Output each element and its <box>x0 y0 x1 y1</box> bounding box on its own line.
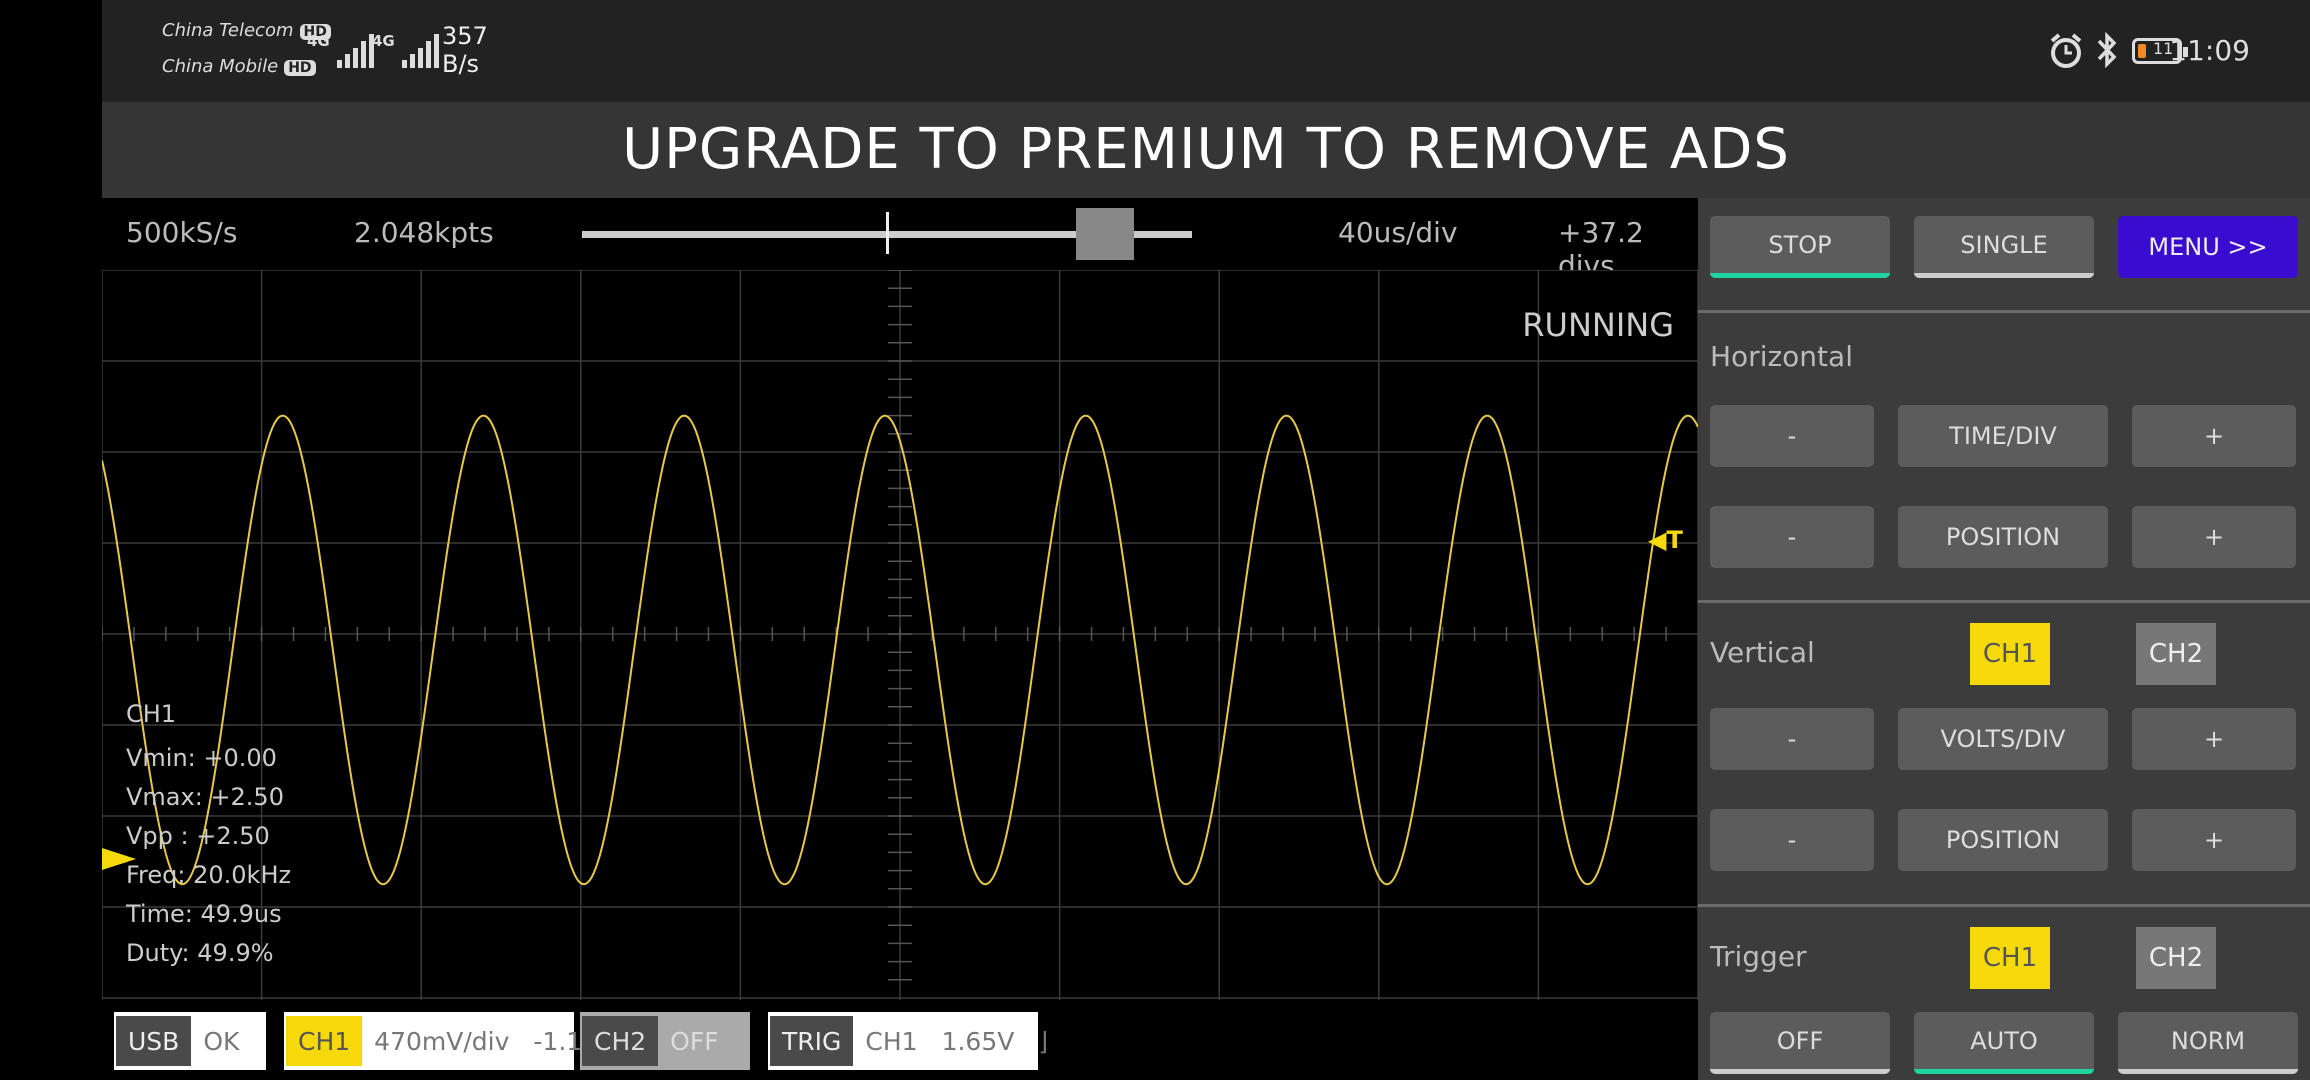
status-bar: China Telecom HD China Mobile HD 4G 4G 357… <box>102 0 2310 102</box>
net-type-2: 4G <box>372 32 395 50</box>
h-position-button[interactable]: POSITION <box>1898 506 2108 568</box>
time-div-button[interactable]: TIME/DIV <box>1898 405 2108 467</box>
upgrade-ad-banner[interactable]: UPGRADE TO PREMIUM TO REMOVE ADS <box>102 102 2310 198</box>
stop-button[interactable]: STOP <box>1710 216 1890 278</box>
clock: 11:09 <box>2169 34 2250 67</box>
scope-grid <box>102 270 1698 1000</box>
vertical-section-title: Vertical <box>1710 636 1815 669</box>
horizontal-section-title: Horizontal <box>1710 340 1853 373</box>
meas-duty: Duty: 49.9% <box>126 939 274 967</box>
ch1-status-label: CH1 <box>286 1016 363 1066</box>
network-speed-value: 357 <box>442 22 488 50</box>
network-speed-unit: B/s <box>442 50 480 78</box>
trigger-norm-button[interactable]: NORM <box>2118 1012 2298 1074</box>
time-div-decrease-button[interactable]: - <box>1710 405 1874 467</box>
ch1-scale: 470mV/div <box>374 1026 510 1056</box>
volts-div-decrease-button[interactable]: - <box>1710 708 1874 770</box>
trigger-auto-button[interactable]: AUTO <box>1914 1012 2094 1074</box>
meas-freq: Freq: 20.0kHz <box>126 861 292 889</box>
trigger-status[interactable]: TRIG CH1 1.65V ⌋ <box>768 1012 1048 1070</box>
scope-screen[interactable]: RUNNING ◀T CH1 Vmin: +0.00 Vmax: +2.50 V… <box>102 270 1698 1000</box>
carrier-1-label: China Telecom <box>162 20 294 41</box>
bluetooth-icon <box>2097 31 2117 69</box>
trigger-section-title: Trigger <box>1710 940 1807 973</box>
trig-level: 1.65V <box>941 1026 1015 1056</box>
trigger-position-cursor <box>886 212 889 254</box>
carrier-2-label: China Mobile <box>162 56 279 77</box>
single-button[interactable]: SINGLE <box>1914 216 2094 278</box>
ch2-state: OFF <box>670 1026 719 1056</box>
divider-1 <box>1698 310 2310 313</box>
trigger-ch2-button[interactable]: CH2 <box>2136 927 2216 989</box>
trig-source: CH1 <box>865 1026 918 1056</box>
vertical-ch2-button[interactable]: CH2 <box>2136 623 2216 685</box>
signal-1-icon: 4G <box>307 32 374 68</box>
vertical-ch1-button[interactable]: CH1 <box>1970 623 2050 685</box>
run-status: RUNNING <box>1522 306 1674 344</box>
v-position-decrease-button[interactable]: - <box>1710 809 1874 871</box>
meas-vmin: Vmin: +0.00 <box>126 744 277 772</box>
carrier-2: China Mobile HD <box>162 56 316 77</box>
divider-3 <box>1698 904 2310 907</box>
trigger-ch1-button[interactable]: CH1 <box>1970 927 2050 989</box>
h-position-decrease-button[interactable]: - <box>1710 506 1874 568</box>
trigger-level-marker[interactable]: ◀T <box>1648 526 1683 554</box>
volts-div-button[interactable]: VOLTS/DIV <box>1898 708 2108 770</box>
usb-label: USB <box>116 1016 192 1066</box>
meas-vmax: Vmax: +2.50 <box>126 783 284 811</box>
net-type-1: 4G <box>307 32 330 50</box>
usb-status: USB OK <box>114 1012 266 1070</box>
alarm-icon <box>2050 33 2082 68</box>
meas-vpp: Vpp : +2.50 <box>126 822 270 850</box>
network-speed: 357 B/s <box>442 22 488 78</box>
menu-button[interactable]: MENU >> <box>2118 216 2298 278</box>
carrier-1: China Telecom HD <box>162 20 331 41</box>
v-position-button[interactable]: POSITION <box>1898 809 2108 871</box>
timebase-readout: 40us/div <box>1338 216 1458 249</box>
signal-2-icon: 4G <box>372 32 439 68</box>
h-position-increase-button[interactable]: + <box>2132 506 2296 568</box>
acquisition-info-bar: 500kS/s 2.048kpts 40us/div +37.2 divs <box>102 198 1698 282</box>
ch1-status[interactable]: CH1 470mV/div -1.15V <box>284 1012 615 1070</box>
sample-rate: 500kS/s <box>126 216 238 249</box>
trigger-off-button[interactable]: OFF <box>1710 1012 1890 1074</box>
rising-edge-icon: ⌋ <box>1038 1026 1049 1056</box>
meas-channel: CH1 <box>126 700 177 728</box>
ch2-status[interactable]: CH2 OFF <box>580 1012 750 1070</box>
divider-2 <box>1698 600 2310 603</box>
memory-depth: 2.048kpts <box>354 216 494 249</box>
usb-value: OK <box>203 1026 240 1056</box>
volts-div-increase-button[interactable]: + <box>2132 708 2296 770</box>
ch2-status-label: CH2 <box>582 1016 659 1066</box>
meas-time: Time: 49.9us <box>126 900 282 928</box>
v-position-increase-button[interactable]: + <box>2132 809 2296 871</box>
control-panel: STOP SINGLE MENU >> Horizontal - TIME/DI… <box>1698 198 2310 1080</box>
time-div-increase-button[interactable]: + <box>2132 405 2296 467</box>
trig-label: TRIG <box>770 1016 854 1066</box>
horizontal-scroll-thumb[interactable] <box>1076 208 1134 260</box>
trigger-marker-label: T <box>1666 526 1683 554</box>
